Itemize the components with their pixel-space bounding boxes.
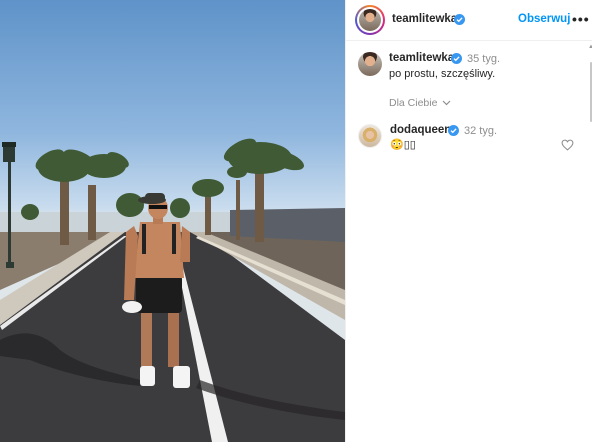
post-header: teamlitewka Obserwuj •••	[346, 0, 592, 41]
heart-icon[interactable]	[561, 139, 574, 151]
more-icon[interactable]: •••	[572, 11, 590, 27]
author-avatar[interactable]	[355, 5, 385, 35]
author-username[interactable]: teamlitewka	[392, 13, 457, 25]
verified-badge-icon	[448, 125, 459, 136]
verified-badge-icon	[451, 53, 462, 64]
commenter-username[interactable]: dodaqueen	[390, 124, 451, 136]
scroll-up-arrow[interactable]: ▲	[588, 44, 592, 50]
comment-timestamp[interactable]: 32 tyg.	[464, 125, 497, 137]
post-photo[interactable]	[0, 0, 345, 442]
caption-text: po prostu, szczęśliwy.	[389, 68, 496, 80]
caption-username[interactable]: teamlitewka	[389, 52, 454, 64]
caption-author-avatar[interactable]	[358, 52, 382, 76]
verified-badge-icon	[454, 14, 465, 25]
follow-button[interactable]: Obserwuj	[518, 13, 570, 25]
for-you-label: Dla Ciebie	[389, 97, 438, 109]
comment-text: 😳▯▯	[390, 139, 416, 151]
for-you-toggle[interactable]: Dla Ciebie	[389, 97, 451, 109]
chevron-down-icon	[442, 100, 451, 106]
photo-scene	[0, 138, 345, 442]
commenter-avatar[interactable]	[358, 124, 382, 148]
caption-timestamp[interactable]: 35 tyg.	[467, 53, 500, 65]
post-details-panel: teamlitewka Obserwuj ••• teamlitewka 35 …	[345, 0, 592, 442]
